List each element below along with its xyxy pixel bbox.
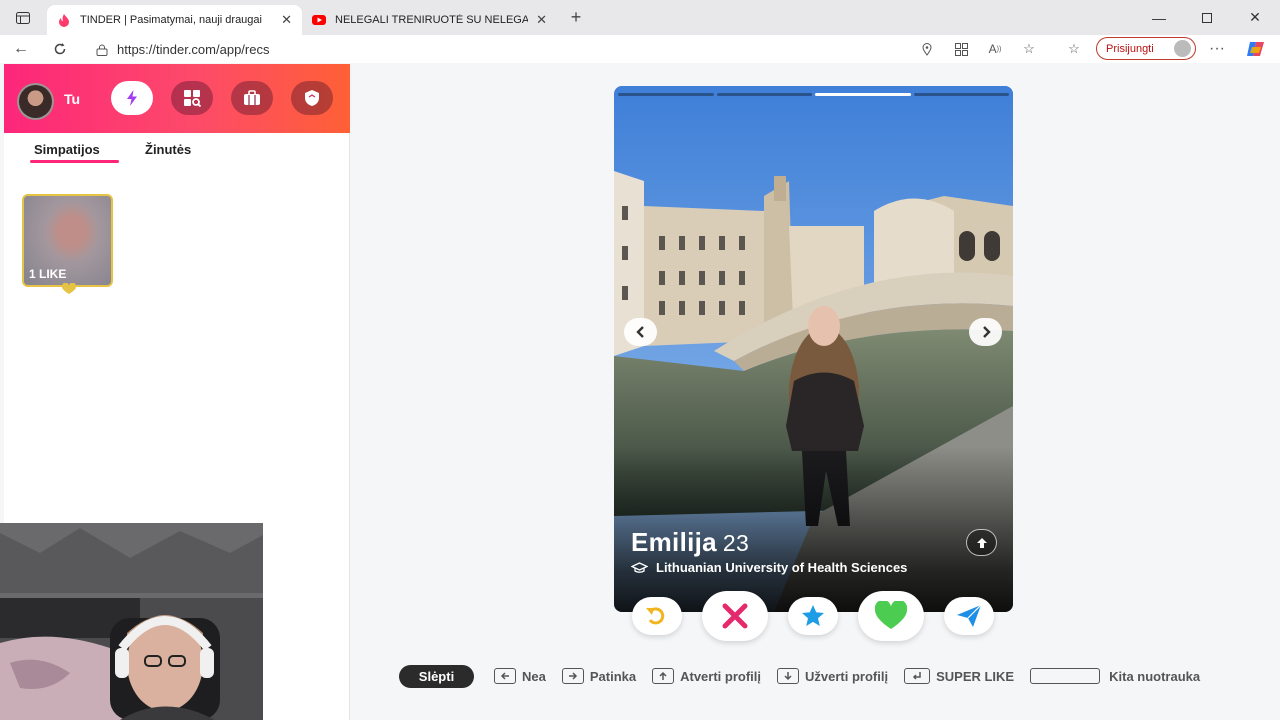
favorite-star-icon[interactable]: ☆ <box>1019 39 1039 59</box>
passport-nav-button[interactable] <box>231 81 273 115</box>
safety-nav-button[interactable] <box>291 81 333 115</box>
favorites-icon[interactable]: ☆ <box>1064 39 1084 59</box>
shield-icon <box>305 90 319 106</box>
shortcut-label: SUPER LIKE <box>936 668 1015 684</box>
previous-photo-button[interactable] <box>624 318 657 346</box>
url-text: https://tinder.com/app/recs <box>117 42 270 57</box>
browser-tab-youtube[interactable]: NELEGALI TRENIRUOTĖ SU NELEGALIAIS ✕ <box>302 5 557 35</box>
browser-tab-strip: TINDER | Pasimatymai, nauji draugai ✕ NE… <box>0 0 1280 35</box>
profile-school-text: Lithuanian University of Health Sciences <box>656 560 908 575</box>
avatar[interactable] <box>17 83 54 120</box>
graduation-cap-icon <box>631 561 648 573</box>
browser-toolbar: ← https://tinder.com/app/recs A)) ☆ ☆ Pr… <box>0 35 1280 63</box>
more-options-icon[interactable]: ··· <box>1207 39 1227 59</box>
tab-messages[interactable]: Žinutės <box>145 142 191 157</box>
shortcut-nope: Nea <box>494 668 546 684</box>
signin-label: Prisijungti <box>1106 42 1154 55</box>
super-like-button[interactable] <box>788 597 838 635</box>
sidebar-header: Tu <box>4 64 350 133</box>
new-tab-button[interactable]: + <box>565 6 587 28</box>
chevron-left-icon <box>635 326 644 338</box>
lightning-icon <box>127 90 137 106</box>
profile-name: Emilija 23 <box>631 527 749 558</box>
site-info-icon[interactable] <box>96 44 108 56</box>
back-icon[interactable]: ← <box>10 38 32 60</box>
shortcut-label: Atverti profilį <box>680 668 762 684</box>
shortcut-label: Nea <box>522 668 546 684</box>
open-profile-button[interactable] <box>966 529 997 556</box>
youtube-icon <box>312 15 326 25</box>
shortcut-next-photo: Kita nuotrauka <box>1030 668 1200 684</box>
shortcut-label: Kita nuotrauka <box>1109 668 1201 684</box>
chevron-right-icon <box>982 326 991 338</box>
profile-avatar-icon <box>1174 40 1191 57</box>
photo-progress-segment[interactable] <box>716 93 812 96</box>
tab-close-icon[interactable]: ✕ <box>536 12 547 28</box>
heart-icon <box>874 601 908 629</box>
next-photo-button[interactable] <box>969 318 1002 346</box>
shortcut-open-profile: Atverti profilį <box>652 668 761 684</box>
reload-icon[interactable] <box>49 38 71 60</box>
hide-shortcuts-button[interactable]: Slėpti <box>399 664 474 688</box>
browser-tab-tinder[interactable]: TINDER | Pasimatymai, nauji draugai ✕ <box>47 5 302 35</box>
boost-nav-button[interactable] <box>111 81 153 115</box>
tab-close-icon[interactable]: ✕ <box>281 12 292 28</box>
arrow-down-key-icon <box>777 668 800 684</box>
arrow-right-key-icon <box>561 668 584 684</box>
arrow-up-key-icon <box>652 668 675 684</box>
webcam-image <box>0 523 263 720</box>
x-icon <box>722 603 748 629</box>
boost-button[interactable] <box>944 597 994 635</box>
webcam-overlay <box>0 523 263 720</box>
enter-key-icon <box>904 668 931 684</box>
keyboard-shortcuts-bar: Slėpti Nea Patinka Atverti profilį Užver… <box>399 664 1216 688</box>
profile-school: Lithuanian University of Health Sciences <box>631 560 907 575</box>
explore-icon <box>184 90 201 107</box>
profile-card[interactable]: Emilija 23 Lithuanian University of Healt… <box>614 86 1013 612</box>
gold-heart-icon <box>61 283 77 294</box>
paper-plane-icon <box>957 604 982 627</box>
shortcut-like: Patinka <box>561 668 637 684</box>
explore-nav-button[interactable] <box>171 81 213 115</box>
tab-matches[interactable]: Simpatijos <box>34 142 100 157</box>
photo-progress-segment[interactable] <box>913 93 1009 96</box>
shortcut-super-like: SUPER LIKE <box>904 668 1014 684</box>
shortcut-label: Užverti profilį <box>805 668 889 684</box>
maximize-icon[interactable] <box>1184 0 1230 35</box>
rewind-button[interactable] <box>632 597 682 635</box>
photo-progress-segment[interactable] <box>618 93 714 96</box>
briefcase-icon <box>244 90 260 105</box>
profile-first-name: Emilija <box>631 527 717 557</box>
sidebar-tabs: Simpatijos Žinutės <box>4 134 350 164</box>
read-aloud-icon[interactable]: A)) <box>985 39 1005 59</box>
likes-count-label: 1 LIKE <box>29 267 67 281</box>
arrow-up-icon <box>976 537 987 548</box>
tab-actions-icon[interactable] <box>0 0 46 35</box>
location-icon[interactable] <box>917 39 937 59</box>
active-tab-indicator <box>30 160 119 163</box>
user-name[interactable]: Tu <box>64 91 80 107</box>
photo-progress-bars <box>618 93 1009 97</box>
star-icon <box>802 605 824 626</box>
tinder-flame-icon <box>59 14 69 27</box>
shortcut-close-profile: Užverti profilį <box>777 668 888 684</box>
profile-age: 23 <box>722 530 750 556</box>
minimize-icon[interactable]: — <box>1136 0 1182 35</box>
close-window-icon[interactable]: ✕ <box>1232 0 1278 35</box>
photo-progress-segment[interactable] <box>815 93 911 96</box>
signin-button[interactable]: Prisijungti <box>1096 37 1196 60</box>
likes-you-card[interactable]: 1 LIKE <box>22 194 113 287</box>
copilot-icon[interactable] <box>1246 39 1266 59</box>
rewind-icon <box>646 607 665 625</box>
arrow-left-key-icon <box>494 668 516 684</box>
tab-title: TINDER | Pasimatymai, nauji draugai <box>80 14 262 26</box>
apps-icon[interactable] <box>951 39 971 59</box>
like-button[interactable] <box>858 591 924 641</box>
tab-title: NELEGALI TRENIRUOTĖ SU NELEGALIAIS <box>335 14 529 26</box>
space-key-icon <box>1030 668 1101 684</box>
nope-button[interactable] <box>702 591 768 641</box>
address-bar[interactable]: https://tinder.com/app/recs <box>86 37 1061 62</box>
shortcut-label: Patinka <box>589 668 637 684</box>
